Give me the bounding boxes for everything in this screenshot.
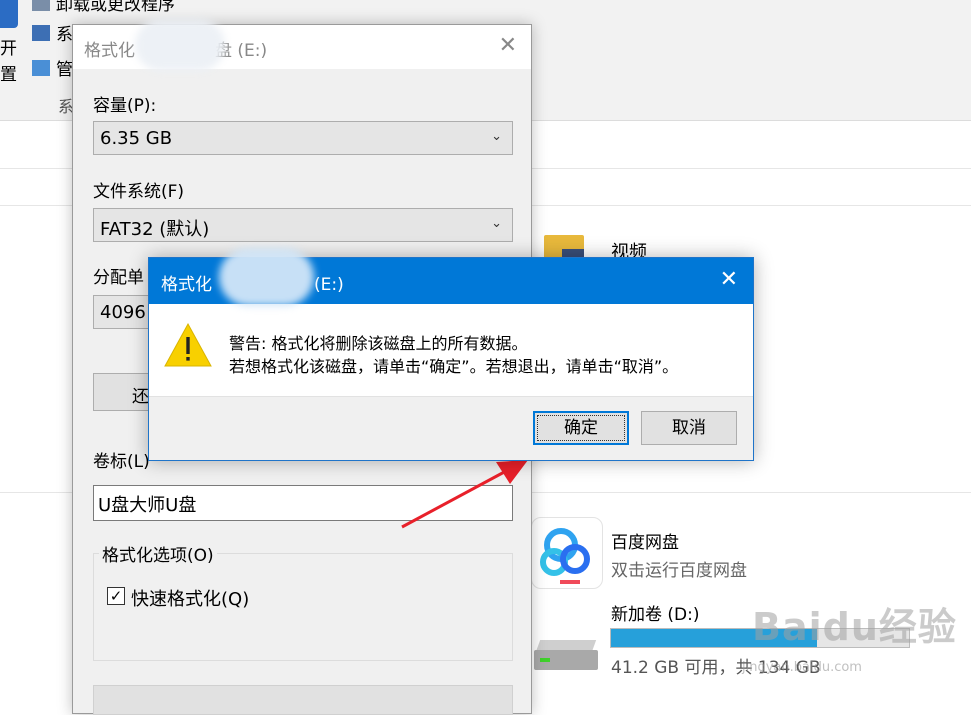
privacy-blur xyxy=(219,248,314,306)
warning-dialog-titlebar[interactable]: 格式化 (E:) ✕ xyxy=(149,248,753,306)
warning-title-right: (E:) xyxy=(314,275,344,295)
warning-message-line2: 若想格式化该磁盘，请单击“确定”。若想退出，请单击“取消”。 xyxy=(229,357,679,376)
arrow-shaft xyxy=(401,468,509,529)
warning-message-line1: 警告: 格式化将删除该磁盘上的所有数据。 xyxy=(229,334,528,353)
format-warning-dialog: 格式化 (E:) ✕ 警告: 格式化将删除该磁盘上的所有数据。 若想格式化该磁盘，… xyxy=(148,248,754,461)
close-icon[interactable]: ✕ xyxy=(720,267,738,292)
arrow-head xyxy=(496,460,528,484)
ok-button[interactable]: 确定 xyxy=(533,411,629,445)
warning-title-left: 格式化 xyxy=(161,275,212,295)
cancel-button[interactable]: 取消 xyxy=(641,411,737,445)
warning-triangle-icon xyxy=(164,322,212,367)
warning-dialog-footer: 确定 取消 xyxy=(149,396,753,460)
